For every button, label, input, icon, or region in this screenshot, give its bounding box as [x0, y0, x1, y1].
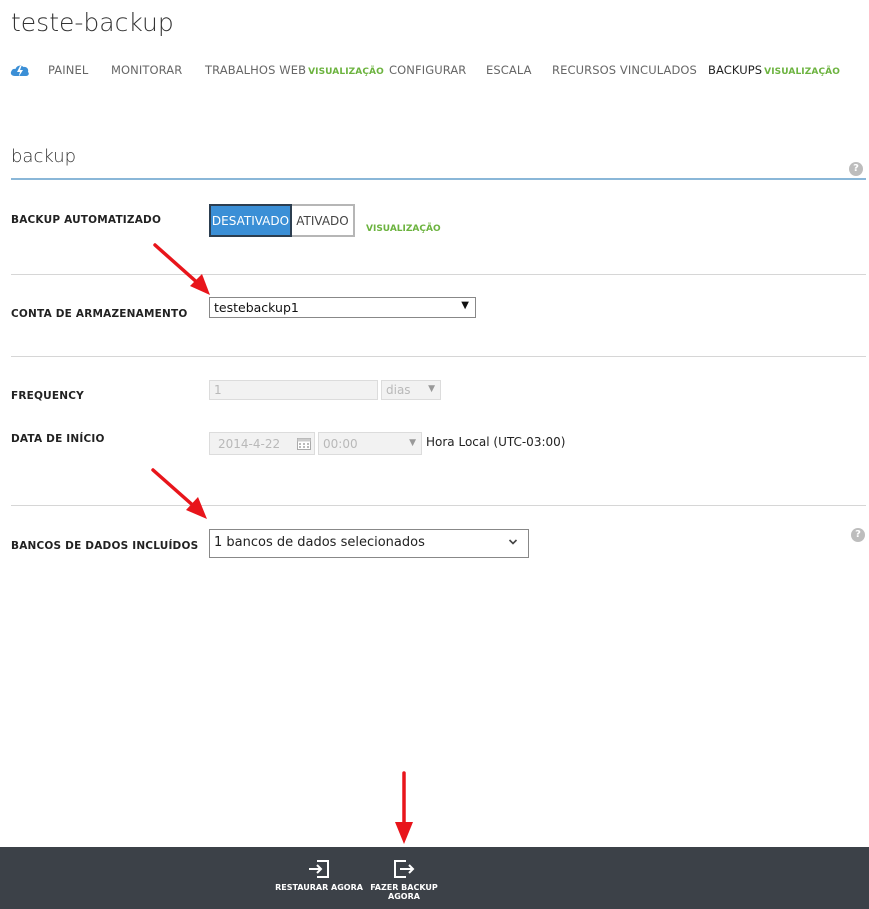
- preview-tag: VISUALIZAÇÃO: [764, 67, 840, 77]
- preview-tag: VISUALIZAÇÃO: [308, 67, 384, 77]
- annotation-arrow-icon: [151, 468, 207, 519]
- databases-select[interactable]: 1 bancos de dados selecionados: [209, 529, 529, 558]
- restore-now-button[interactable]: RESTAURAR AGORA: [274, 859, 364, 892]
- tab-painel[interactable]: PAINEL: [48, 63, 88, 77]
- databases-value: 1 bancos de dados selecionados: [214, 535, 425, 550]
- backup-now-label-line1: FAZER BACKUP: [370, 883, 438, 892]
- dropdown-caret-icon: ▼: [461, 300, 469, 311]
- lightning-cloud-icon[interactable]: [9, 62, 31, 82]
- frequency-value: 1: [214, 383, 222, 397]
- tab-trabalhos-web[interactable]: TRABALHOS WEB VISUALIZAÇÃO: [205, 63, 384, 77]
- start-time-select[interactable]: 00:00 ▼: [318, 432, 422, 455]
- frequency-unit-value: dias: [386, 383, 411, 397]
- divider: [11, 274, 866, 275]
- toggle-disabled-option[interactable]: DESATIVADO: [209, 204, 292, 237]
- tab-monitorar[interactable]: MONITORAR: [111, 63, 182, 77]
- chevron-down-icon: [508, 536, 518, 551]
- start-time-value: 00:00: [323, 437, 358, 451]
- annotation-arrow-icon: [153, 243, 210, 295]
- auto-backup-toggle: DESATIVADO ATIVADO: [209, 204, 355, 237]
- section-title: backup: [11, 146, 77, 167]
- question-icon[interactable]: ?: [849, 162, 863, 176]
- divider: [11, 356, 866, 357]
- preview-tag: VISUALIZAÇÃO: [366, 224, 441, 234]
- page-title: teste-backup: [11, 8, 174, 37]
- storage-account-label: CONTA DE ARMAZENAMENTO: [11, 308, 188, 320]
- auto-backup-label: BACKUP AUTOMATIZADO: [11, 214, 162, 226]
- dropdown-caret-icon: ▼: [428, 384, 435, 394]
- storage-account-select[interactable]: testebackup1 ▼: [209, 297, 476, 318]
- backup-icon: [394, 860, 415, 878]
- databases-label: BANCOS DE DADOS INCLUÍDOS: [11, 540, 199, 552]
- frequency-unit-select[interactable]: dias ▼: [381, 380, 441, 400]
- divider: [11, 505, 866, 506]
- tab-backups[interactable]: BACKUPS VISUALIZAÇÃO: [708, 63, 840, 77]
- storage-account-value: testebackup1: [214, 300, 299, 315]
- restore-icon: [309, 860, 329, 878]
- frequency-input[interactable]: 1: [209, 380, 378, 400]
- timezone-text: Hora Local (UTC-03:00): [426, 435, 566, 449]
- restore-now-label: RESTAURAR AGORA: [275, 883, 363, 892]
- question-icon[interactable]: ?: [851, 528, 865, 542]
- annotation-arrow-icon: [395, 771, 413, 844]
- toggle-enabled-option[interactable]: ATIVADO: [292, 206, 353, 235]
- frequency-label: FREQUENCY: [11, 390, 84, 402]
- start-date-label: DATA DE INÍCIO: [11, 433, 105, 445]
- backup-now-button[interactable]: FAZER BACKUP AGORA: [364, 859, 444, 901]
- tab-recursos-vinculados[interactable]: RECURSOS VINCULADOS: [552, 63, 697, 77]
- command-bar: RESTAURAR AGORA FAZER BACKUP AGORA: [0, 847, 869, 909]
- dropdown-caret-icon: ▼: [409, 438, 416, 448]
- backup-now-label-line2: AGORA: [388, 892, 420, 901]
- section-underline: [11, 178, 866, 180]
- tab-escala[interactable]: ESCALA: [486, 63, 532, 77]
- tab-configurar[interactable]: CONFIGURAR: [389, 63, 466, 77]
- calendar-icon[interactable]: [297, 437, 311, 453]
- start-date-value: 2014-4-22: [218, 437, 281, 451]
- start-date-input[interactable]: 2014-4-22: [209, 432, 315, 455]
